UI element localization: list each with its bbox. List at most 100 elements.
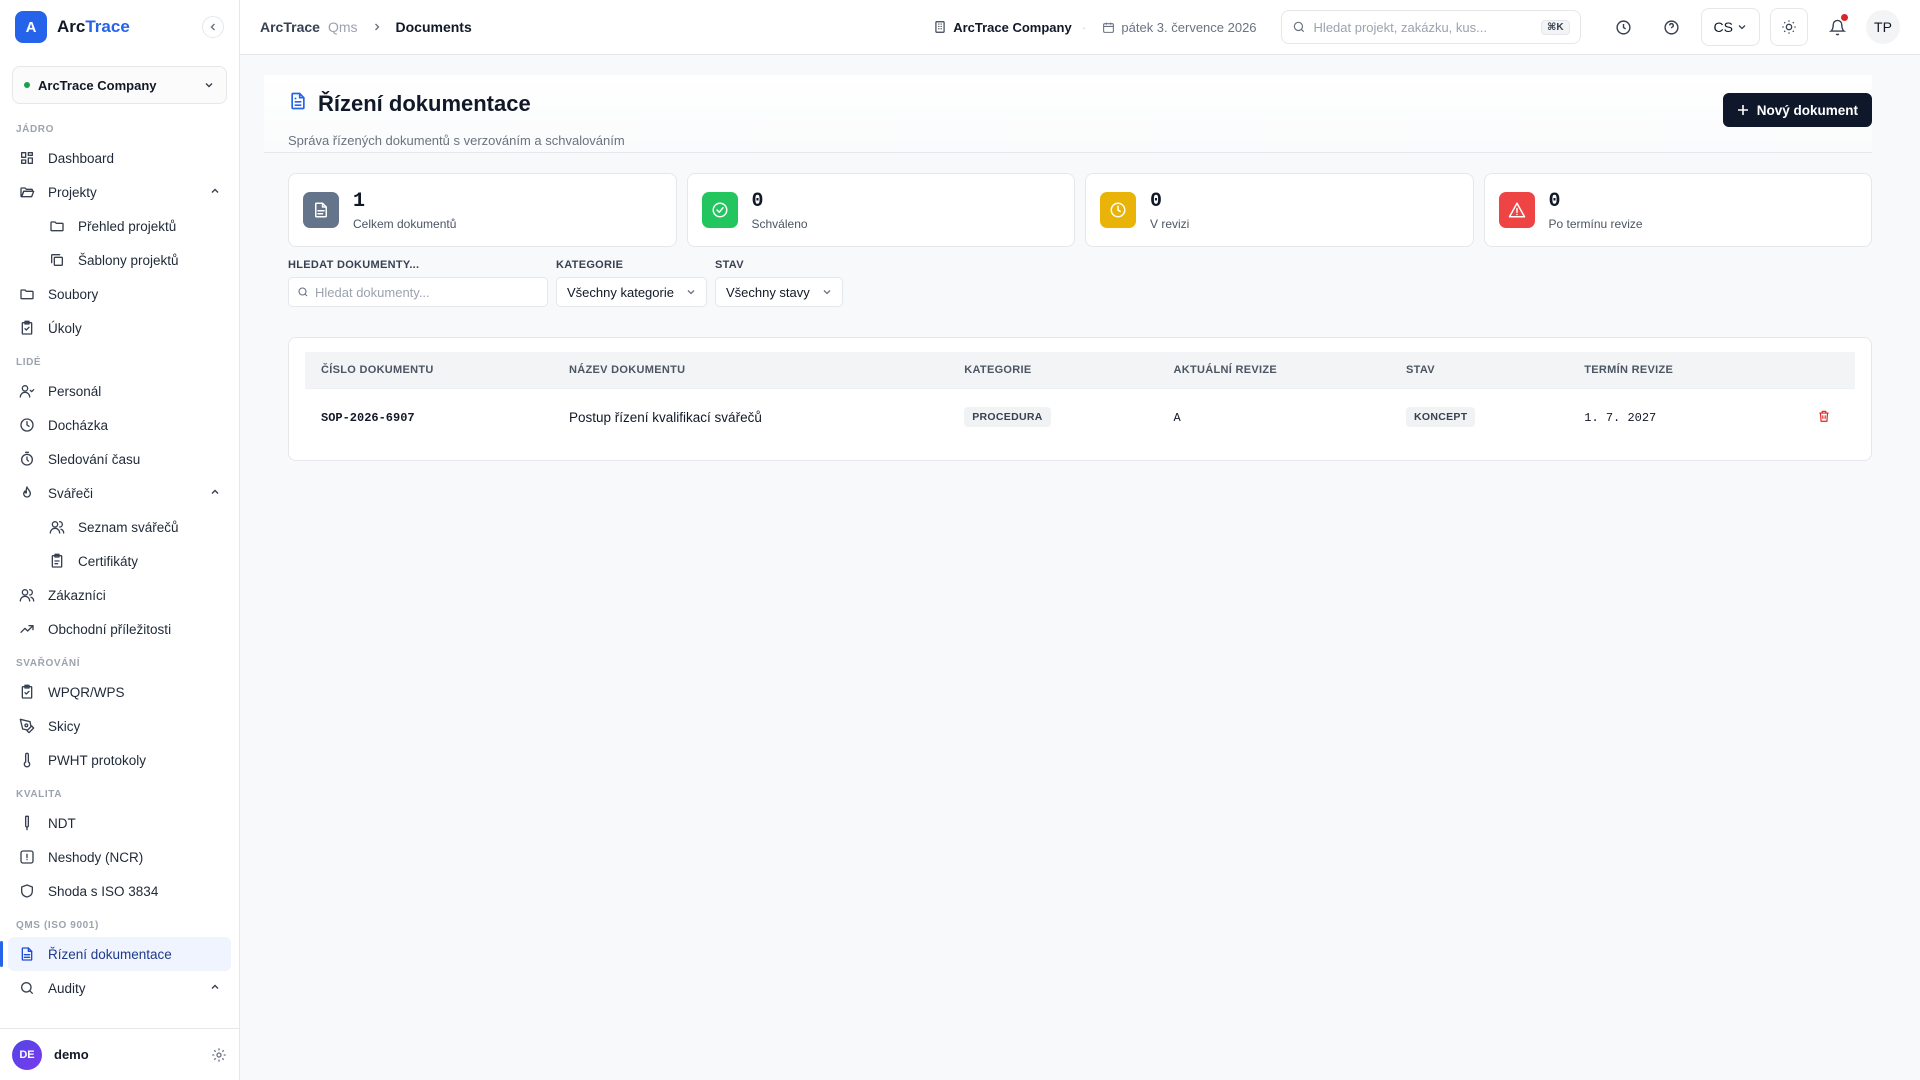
stat-card: 0 Po termínu revize [1483,173,1872,247]
global-search[interactable]: ⌘K [1280,10,1581,44]
notifications-button[interactable] [1818,8,1856,46]
settings-icon[interactable] [211,1047,227,1063]
column-header[interactable]: ČÍSLO DOKUMENTU [305,352,553,388]
sidebar-item-skicy[interactable]: Skicy [8,709,231,743]
chevron-left-icon [210,23,215,31]
column-header[interactable]: AKTUÁLNÍ REVIZE [1158,352,1391,388]
chevron-up-icon[interactable] [209,981,221,996]
table-row[interactable]: SOP-2026-6907 Postup řízení kvalifikací s… [305,387,1855,446]
sidebar: A ArcTrace ArcTrace Company JÁDRO Dashboa… [0,0,240,1080]
filter-category-label: KATEGORIE [556,259,624,271]
sidebar-footer: DE demo [0,1028,239,1080]
sidebar-item-audity[interactable]: Audity [8,971,231,1005]
column-header[interactable]: TERMÍN REVIZE [1568,352,1770,388]
pen-tool-icon [18,717,36,735]
search-icon [1293,21,1304,33]
chevron-down-icon [687,290,695,295]
sidebar-item-ukoly[interactable]: Úkoly [8,311,231,345]
breadcrumb-root[interactable]: ArcTrace [260,19,320,35]
user-avatar[interactable]: DE [12,1039,42,1070]
column-header[interactable]: NÁZEV DOKUMENTU [553,352,948,388]
language-selector[interactable]: CS [1700,8,1760,46]
building-icon [935,21,945,33]
file-icon [303,192,339,228]
document-name[interactable]: Postup řízení kvalifikací svářečů [569,410,762,425]
sidebar-item-dashboard[interactable]: Dashboard [8,141,231,175]
sidebar-item-soubory[interactable]: Soubory [8,277,231,311]
sidebar-item-label: Dashboard [48,150,115,166]
sidebar-item-label: Zákazníci [48,587,106,603]
theme-toggle-button[interactable] [1770,8,1808,46]
chevron-up-icon[interactable] [209,185,221,200]
page-content: Řízení dokumentace Správa řízených dokum… [240,55,1920,1080]
sidebar-item-pwht-protokoly[interactable]: PWHT protokoly [8,743,231,777]
clock-icon [1616,19,1631,35]
sidebar-item-obchodni-prilezitosti[interactable]: Obchodní příležitosti [8,612,231,646]
timer-icon [18,450,36,468]
brand: A ArcTrace [0,0,239,54]
clock-icon [1100,192,1136,228]
alert-square-icon [18,848,36,866]
column-header-actions [1770,352,1855,388]
document-number[interactable]: SOP-2026-6907 [321,411,415,425]
sidebar-item-label: Seznam svářečů [78,519,179,535]
sidebar-item-prehled-projektu[interactable]: Přehled projektů [8,209,231,243]
stat-label: V revizi [1150,216,1190,231]
new-document-label: Nový dokument [1756,102,1858,118]
sidebar-item-sledovani-casu[interactable]: Sledování času [8,442,231,476]
user-menu-avatar[interactable]: TP [1866,10,1900,44]
filter-category: KATEGORIE Všechny kategorie [556,259,707,307]
document-search-field[interactable] [288,277,548,307]
sidebar-item-projekty[interactable]: Projekty [8,175,231,209]
sidebar-item-svareci[interactable]: Svářeči [8,476,231,510]
sidebar-item-label: Audity [48,980,86,996]
sidebar-item-ndt[interactable]: NDT [8,806,231,840]
document-search-input[interactable] [315,284,539,300]
trending-up-icon [18,620,36,638]
sidebar-item-zakaznici[interactable]: Zákazníci [8,578,231,612]
column-header[interactable]: STAV [1390,352,1568,388]
page-title-text: Řízení dokumentace [318,91,531,116]
collapse-sidebar-button[interactable] [202,16,224,38]
sidebar-item-shoda-s-iso-3834[interactable]: Shoda s ISO 3834 [8,874,231,908]
sidebar-item-neshody-ncr[interactable]: Neshody (NCR) [8,840,231,874]
stat-label: Po termínu revize [1548,216,1643,231]
sidebar-item-rizeni-dokumentace[interactable]: Řízení dokumentace [0,937,231,971]
users-icon [18,586,36,604]
help-button[interactable] [1653,8,1691,46]
sidebar-item-dochazka[interactable]: Docházka [8,408,231,442]
trash-icon[interactable] [1817,409,1831,423]
folder-icon [18,285,36,303]
history-button[interactable] [1605,8,1643,46]
sidebar-item-label: PWHT protokoly [48,752,147,768]
global-search-input[interactable] [1313,19,1534,35]
sidebar-item-wpqr-wps[interactable]: WPQR/WPS [8,675,231,709]
top-date-text: pátek 3. července 2026 [1121,19,1257,35]
file-text-icon [288,91,308,117]
stat-value: 0 [1548,189,1561,213]
brand-logo[interactable]: A [15,11,47,43]
new-document-button[interactable]: Nový dokument [1722,93,1872,127]
filter-status-label: STAV [714,259,744,271]
category-select[interactable]: Všechny kategorie [556,277,707,307]
sidebar-item-sablony-projektu[interactable]: Šablony projektů [8,243,231,277]
sidebar-item-label: Řízení dokumentace [48,946,172,962]
company-selector[interactable]: ArcTrace Company [12,66,227,104]
top-company: ArcTrace Company [933,20,1072,35]
breadcrumb-qms[interactable]: Qms [328,19,358,35]
table-body: SOP-2026-6907 Postup řízení kvalifikací s… [305,387,1855,446]
sidebar-item-label: Personál [48,383,102,399]
user-icon [18,382,36,400]
status-select[interactable]: Všechny stavy [714,277,843,307]
chevron-up-icon[interactable] [209,486,221,501]
sidebar-item-label: Shoda s ISO 3834 [48,883,159,899]
column-header[interactable]: KATEGORIE [948,352,1157,388]
sidebar-item-seznam-svarecu[interactable]: Seznam svářečů [8,510,231,544]
sidebar-item-label: Sledování času [48,451,141,467]
sidebar-item-label: Soubory [48,286,99,302]
search-icon [298,287,308,297]
sidebar-item-certifikaty[interactable]: Certifikáty [8,544,231,578]
copy-icon [48,251,66,269]
brand-name[interactable]: ArcTrace [57,17,192,37]
sidebar-item-personal[interactable]: Personál [8,374,231,408]
